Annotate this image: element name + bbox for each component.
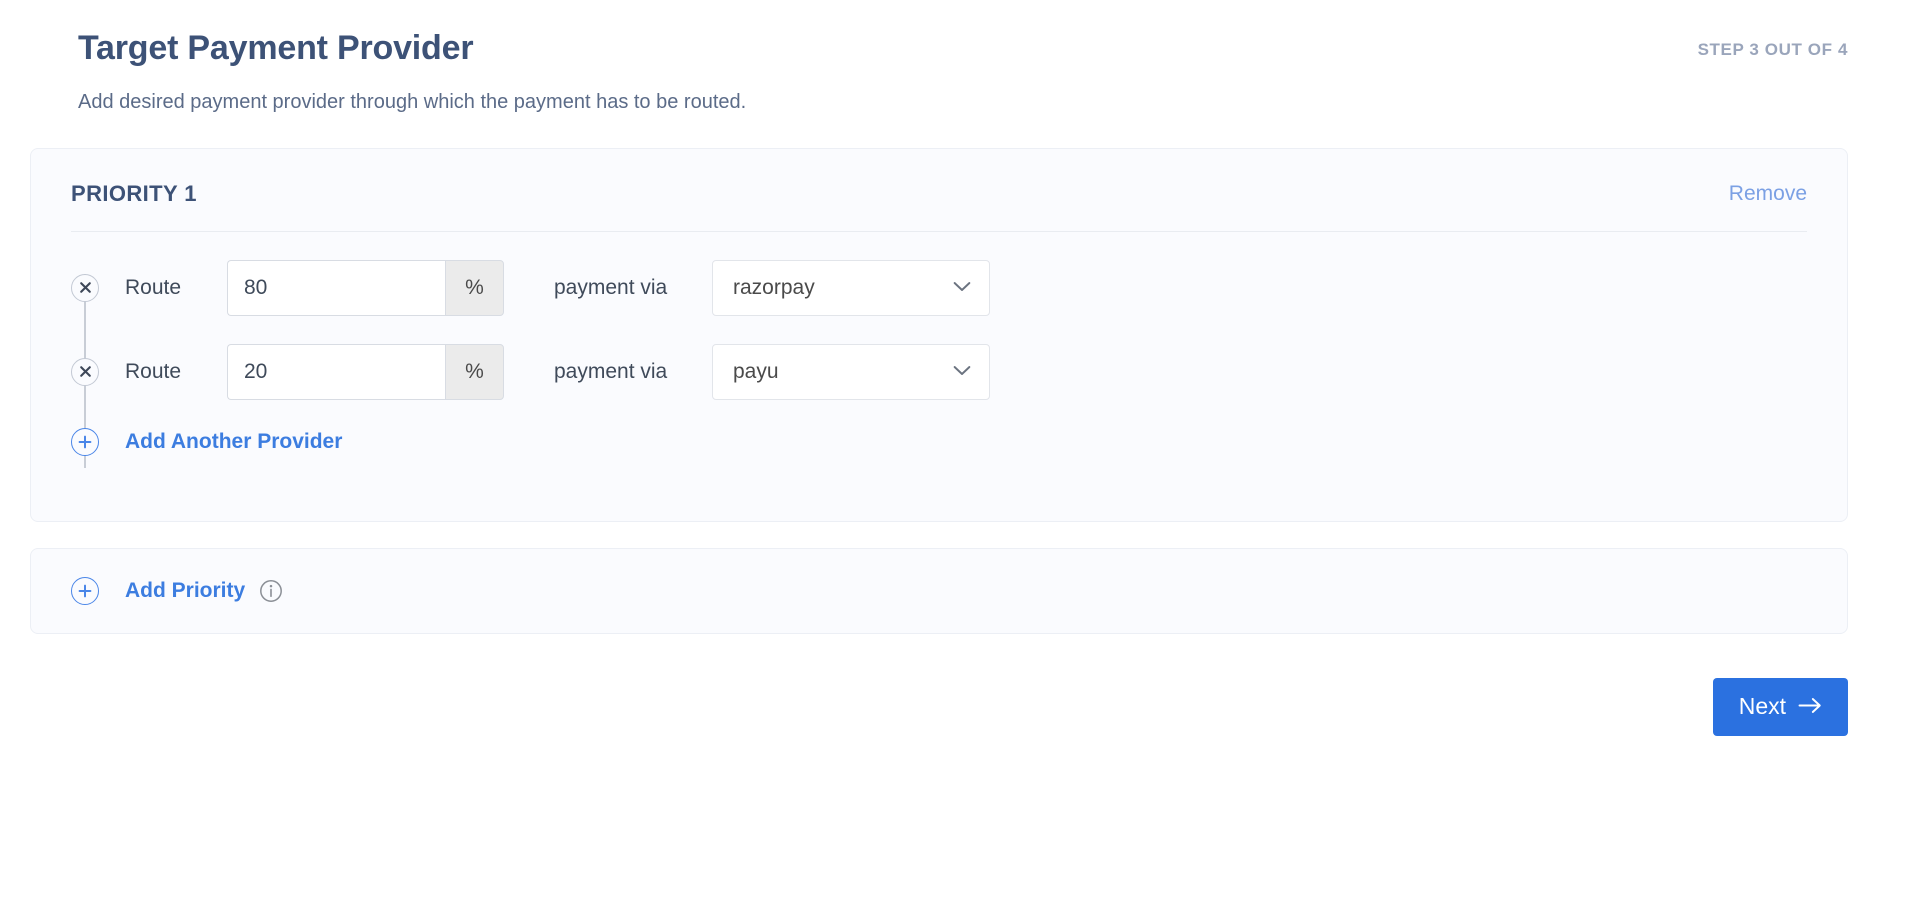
close-icon (79, 365, 92, 378)
arrow-right-icon (1798, 693, 1822, 720)
step-indicator: STEP 3 OUT OF 4 (1697, 40, 1848, 59)
route-amount-group: % (227, 343, 504, 400)
payment-via-label: payment via (554, 359, 668, 383)
add-priority-card: Add Priority (30, 547, 1848, 634)
payment-via-label: payment via (554, 275, 668, 299)
next-button-label: Next (1738, 693, 1786, 720)
chevron-down-icon (953, 279, 971, 297)
add-provider-button[interactable] (71, 427, 99, 456)
provider-value: payu (733, 359, 779, 383)
next-button[interactable]: Next (1712, 677, 1848, 736)
payment-routing-wizard: Target Payment Provider STEP 3 OUT OF 4 … (0, 0, 1920, 897)
remove-route-button[interactable] (71, 357, 99, 386)
page-header: Target Payment Provider STEP 3 OUT OF 4 … (0, 0, 1920, 115)
priority-card-header: PRIORITY 1 Remove (71, 175, 1807, 207)
add-priority-button[interactable] (71, 576, 99, 605)
percent-suffix: % (445, 259, 504, 316)
page-title: Target Payment Provider (78, 29, 474, 67)
route-percent-input[interactable] (227, 343, 445, 400)
route-row: Route % payment via payu (71, 330, 1807, 414)
remove-priority-button[interactable]: Remove (1729, 182, 1807, 206)
page-subtitle: Add desired payment provider through whi… (78, 90, 747, 113)
priority-card: PRIORITY 1 Remove Route % (30, 147, 1848, 522)
route-label: Route (125, 359, 182, 383)
info-icon[interactable] (259, 579, 283, 603)
title-row: Target Payment Provider STEP 3 OUT OF 4 (78, 28, 1848, 69)
percent-suffix: % (445, 343, 504, 400)
add-priority-label[interactable]: Add Priority (125, 579, 245, 603)
close-icon (79, 281, 92, 294)
route-label: Route (125, 275, 182, 299)
add-priority-row[interactable]: Add Priority (71, 576, 1807, 605)
route-amount-group: % (227, 259, 504, 316)
plus-icon (78, 584, 92, 598)
provider-select[interactable]: razorpay (712, 259, 990, 316)
plus-icon (78, 435, 92, 449)
priority-label: PRIORITY 1 (71, 180, 197, 206)
chevron-down-icon (953, 363, 971, 381)
provider-value: razorpay (733, 275, 815, 299)
add-another-provider-label[interactable]: Add Another Provider (125, 430, 342, 454)
route-percent-input[interactable] (227, 259, 445, 316)
provider-select[interactable]: payu (712, 343, 990, 400)
add-another-provider-row[interactable]: Add Another Provider (71, 427, 1807, 456)
wizard-footer: Next (0, 634, 1920, 736)
route-rows: Route % payment via razorpay (71, 232, 1807, 468)
remove-route-button[interactable] (71, 273, 99, 302)
route-row: Route % payment via razorpay (71, 246, 1807, 330)
